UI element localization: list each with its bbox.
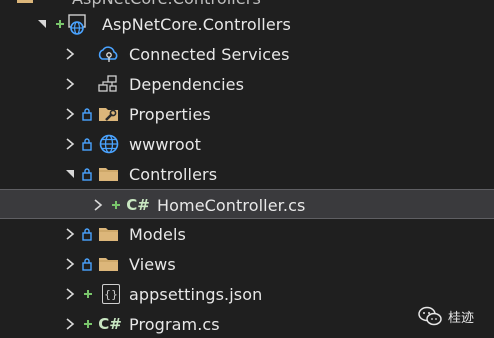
dependencies-icon — [98, 75, 117, 92]
tree-item-label: appsettings.json — [129, 284, 263, 304]
tree-item-label: Controllers — [129, 164, 218, 184]
tree-item-label: Dependencies — [129, 74, 245, 94]
watermark-text: 桂迹 — [447, 310, 474, 326]
chevron-right-icon[interactable] — [64, 249, 76, 279]
project-label: AspNetCore.Controllers — [102, 14, 291, 34]
tree-item-label: HomeController.cs — [157, 195, 306, 215]
chevron-right-icon[interactable] — [64, 219, 76, 249]
lock-icon — [82, 168, 92, 181]
tree-row-connected-services[interactable]: Connected Services — [0, 39, 494, 69]
tree-item-label: Properties — [129, 104, 211, 124]
tree-row-homecontroller[interactable]: C# HomeController.cs — [0, 189, 494, 219]
add-plus-icon — [112, 201, 120, 209]
csharp-file-icon: C# — [126, 196, 150, 214]
folder-icon — [99, 228, 118, 241]
tree-row-wwwroot[interactable]: wwwroot — [0, 129, 494, 159]
chevron-right-icon[interactable] — [64, 279, 76, 309]
add-plus-icon — [84, 320, 92, 328]
tree-row-properties[interactable]: Properties — [0, 99, 494, 129]
tree-item-label: Connected Services — [129, 44, 290, 64]
solution-explorer-tree: AspNetCore.Controllers AspNetCore.Contro… — [0, 0, 494, 338]
tree-row-controllers[interactable]: Controllers — [0, 159, 494, 189]
chevron-right-icon[interactable] — [92, 190, 104, 220]
chevron-right-icon[interactable] — [64, 69, 76, 99]
properties-folder-icon — [99, 108, 118, 121]
tree-row-dependencies[interactable]: Dependencies — [0, 69, 494, 99]
lock-icon — [82, 108, 92, 121]
wechat-icon — [418, 306, 442, 326]
lock-icon — [82, 228, 92, 241]
add-plus-icon — [84, 290, 92, 298]
chevron-down-icon[interactable] — [64, 159, 76, 189]
tree-row-appsettings[interactable]: {} appsettings.json — [0, 279, 494, 309]
watermark: 桂迹 — [418, 306, 474, 326]
tree-row-models[interactable]: Models — [0, 219, 494, 249]
tree-item-label: Program.cs — [129, 314, 220, 334]
globe-icon — [99, 134, 119, 154]
tree-row-project[interactable]: AspNetCore.Controllers — [0, 9, 494, 39]
chevron-right-icon[interactable] — [64, 39, 76, 69]
tree-item-label: wwwroot — [129, 134, 202, 154]
chevron-right-icon[interactable] — [64, 129, 76, 159]
connected-services-icon — [98, 46, 118, 62]
chevron-down-icon[interactable] — [36, 9, 48, 39]
chevron-right-icon[interactable] — [64, 99, 76, 129]
tree-item-label: Models — [129, 224, 186, 244]
project-globe-icon — [68, 14, 86, 35]
chevron-right-icon[interactable] — [64, 309, 76, 338]
lock-icon — [82, 258, 92, 271]
tree-item-label: Views — [129, 254, 176, 274]
lock-icon — [82, 138, 92, 151]
folder-icon — [99, 258, 118, 271]
tree-row-views[interactable]: Views — [0, 249, 494, 279]
json-file-icon: {} — [100, 279, 122, 309]
json-braces: {} — [102, 284, 120, 304]
folder-icon — [99, 168, 118, 181]
add-plus-icon — [56, 20, 64, 28]
csharp-file-icon: C# — [98, 315, 122, 333]
